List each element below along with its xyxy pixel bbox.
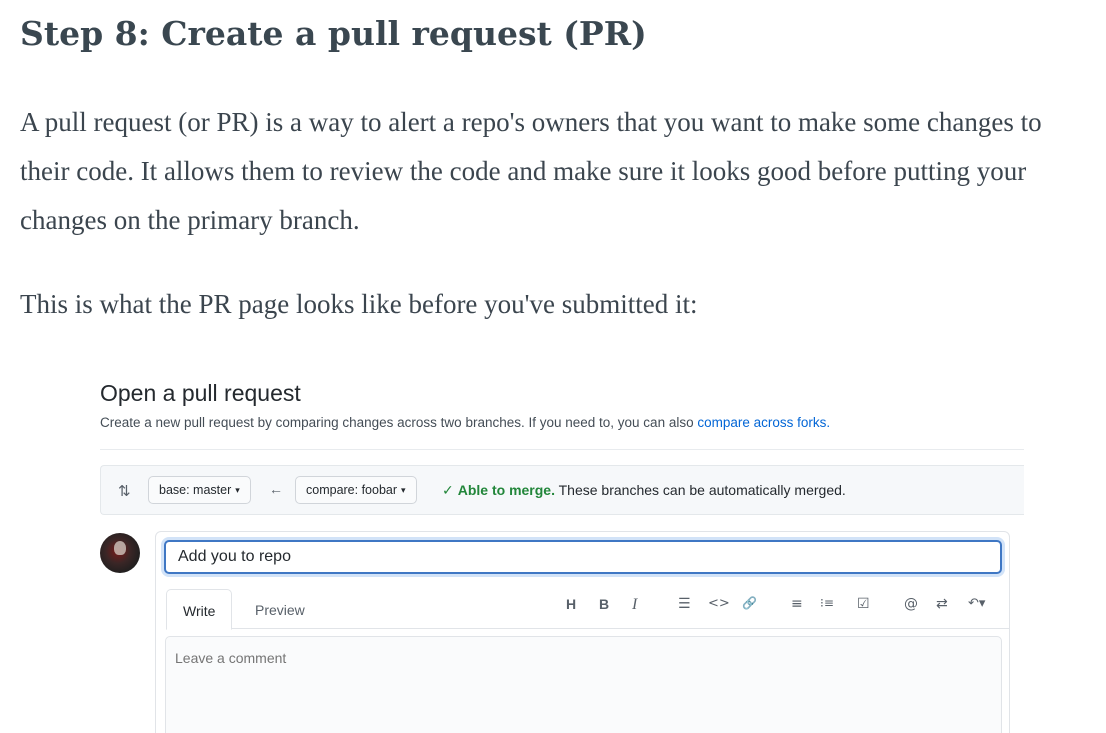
- numbered-list-icon[interactable]: ⁝≡: [820, 596, 834, 610]
- code-icon[interactable]: <>: [708, 596, 730, 611]
- compare-branch-label: compare: foobar: [306, 483, 398, 497]
- avatar: [100, 533, 140, 573]
- branch-range-bar: ⇅ base: master ▾ ← compare: foobar ▾ ✓ Able…: [100, 465, 1024, 515]
- merge-status: ✓ Able to merge. These branches can be au…: [442, 482, 846, 499]
- git-compare-icon: ⇅: [118, 483, 131, 500]
- subtitle-text: Create a new pull request by comparing c…: [100, 415, 698, 430]
- chevron-down-icon: ▾: [235, 485, 240, 495]
- intro-paragraph: A pull request (or PR) is a way to alert…: [20, 107, 1042, 235]
- cross-reference-icon[interactable]: ⇄: [936, 596, 948, 612]
- compare-branch-button[interactable]: compare: foobar ▾: [295, 476, 417, 504]
- comment-textarea[interactable]: [165, 636, 1002, 733]
- base-branch-button[interactable]: base: master ▾: [148, 476, 251, 504]
- tab-write[interactable]: Write: [166, 589, 233, 630]
- task-list-icon[interactable]: ☑: [857, 596, 870, 612]
- italic-icon[interactable]: I: [632, 596, 637, 614]
- pr-title-input[interactable]: [164, 540, 1002, 574]
- editor-tabs: Write Preview: [166, 589, 1010, 630]
- caption-paragraph: This is what the PR page looks like befo…: [20, 289, 698, 319]
- merge-status-label: Able to merge.: [457, 482, 555, 498]
- merge-status-note: These branches can be automatically merg…: [554, 482, 846, 498]
- check-icon: ✓: [442, 482, 454, 498]
- compare-across-forks-link[interactable]: compare across forks.: [697, 415, 830, 430]
- pr-screenshot: Open a pull request Create a new pull re…: [100, 370, 1030, 733]
- bulleted-list-icon[interactable]: ≡: [791, 596, 803, 612]
- header-icon[interactable]: H: [566, 596, 576, 612]
- link-icon[interactable]: 🔗: [742, 596, 757, 610]
- arrow-left-icon: ←: [269, 481, 283, 497]
- page-title: Step 8: Create a pull request (PR): [20, 14, 647, 53]
- base-branch-label: base: master: [159, 483, 232, 497]
- divider: [100, 449, 1024, 450]
- tab-preview[interactable]: Preview: [239, 589, 321, 629]
- quote-icon[interactable]: ☰: [678, 596, 691, 612]
- reply-icon[interactable]: ↶▾: [968, 596, 985, 611]
- mention-icon[interactable]: @: [904, 596, 918, 612]
- chevron-down-icon: ▾: [401, 485, 406, 495]
- bold-icon[interactable]: B: [599, 596, 609, 612]
- pr-page-subtitle: Create a new pull request by comparing c…: [100, 415, 830, 430]
- pr-page-title: Open a pull request: [100, 380, 301, 406]
